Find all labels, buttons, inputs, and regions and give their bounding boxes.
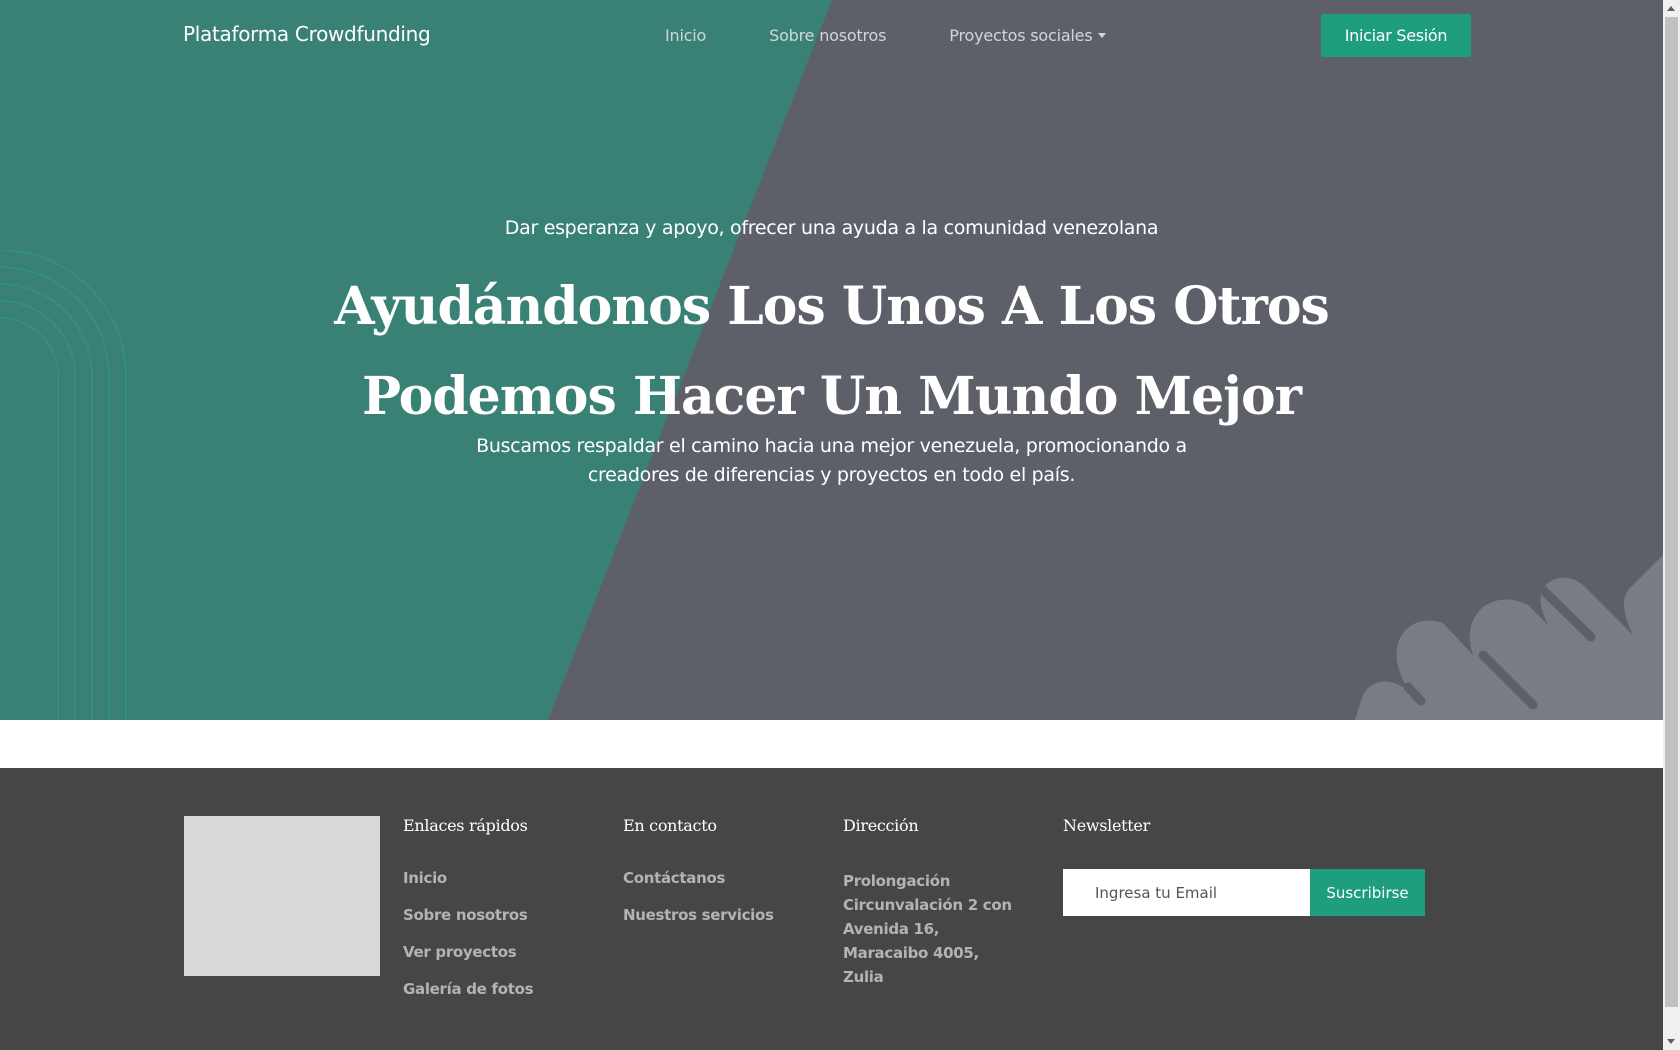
footer-link-galeria[interactable]: Galería de fotos [403,980,534,998]
footer-quick-links: Enlaces rápidos Inicio Sobre nosotros Ve… [403,816,534,1017]
footer-link-ver-proyectos[interactable]: Ver proyectos [403,943,533,961]
footer-link-sobre-nosotros[interactable]: Sobre nosotros [403,906,533,924]
nav-link-inicio[interactable]: Inicio [665,26,706,45]
nav-link-sobre-nosotros[interactable]: Sobre nosotros [769,26,886,45]
footer-logo-placeholder [184,816,380,976]
footer-link-servicios[interactable]: Nuestros servicios [623,906,774,924]
footer-contact: En contacto Contáctanos Nuestros servici… [623,816,774,943]
address-text: Prolongación Circunvalación 2 con Avenid… [843,872,1012,986]
login-button[interactable]: Iniciar Sesión [1321,14,1471,57]
top-navbar: Plataforma Crowdfunding Inicio Sobre nos… [0,0,1663,72]
newsletter-email-input[interactable] [1063,869,1310,916]
footer-address: Dirección Prolongación Circunvalación 2 … [843,816,1018,989]
address-title: Dirección [843,816,919,835]
scrollbar-thumb[interactable] [1665,17,1678,1007]
nav-dropdown-proyectos-sociales[interactable]: Proyectos sociales [949,26,1106,45]
newsletter-title: Newsletter [1063,816,1150,835]
quick-links-title: Enlaces rápidos [403,816,528,835]
nav-links: Inicio Sobre nosotros Proyectos sociales [665,26,1169,45]
decorative-hand [1355,520,1663,720]
contact-title: En contacto [623,816,717,835]
vertical-scrollbar[interactable] [1663,0,1680,1050]
scroll-up-arrow-icon[interactable] [1663,0,1680,17]
brand-logo-text[interactable]: Plataforma Crowdfunding [183,22,431,46]
hero-lead-text: Buscamos respaldar el camino hacia una m… [476,435,1187,486]
footer-newsletter: Newsletter Suscribirse [1063,816,1425,916]
hero-headline-line-2: Podemos Hacer Un Mundo Mejor [361,366,1302,427]
footer-link-contactanos[interactable]: Contáctanos [623,869,774,887]
footer-link-inicio[interactable]: Inicio [403,869,533,887]
site-footer: Enlaces rápidos Inicio Sobre nosotros Ve… [0,768,1663,1050]
subscribe-button[interactable]: Suscribirse [1310,869,1425,916]
hero-headline-line-1: Ayudándonos Los Unos A Los Otros [334,276,1330,337]
scroll-down-arrow-icon[interactable] [1663,1033,1680,1050]
newsletter-form: Suscribirse [1063,869,1425,916]
hero-headline: Ayudándonos Los Unos A Los Otros Podemos… [0,262,1663,442]
hero-tagline: Dar esperanza y apoyo, ofrecer una ayuda… [504,217,1159,239]
